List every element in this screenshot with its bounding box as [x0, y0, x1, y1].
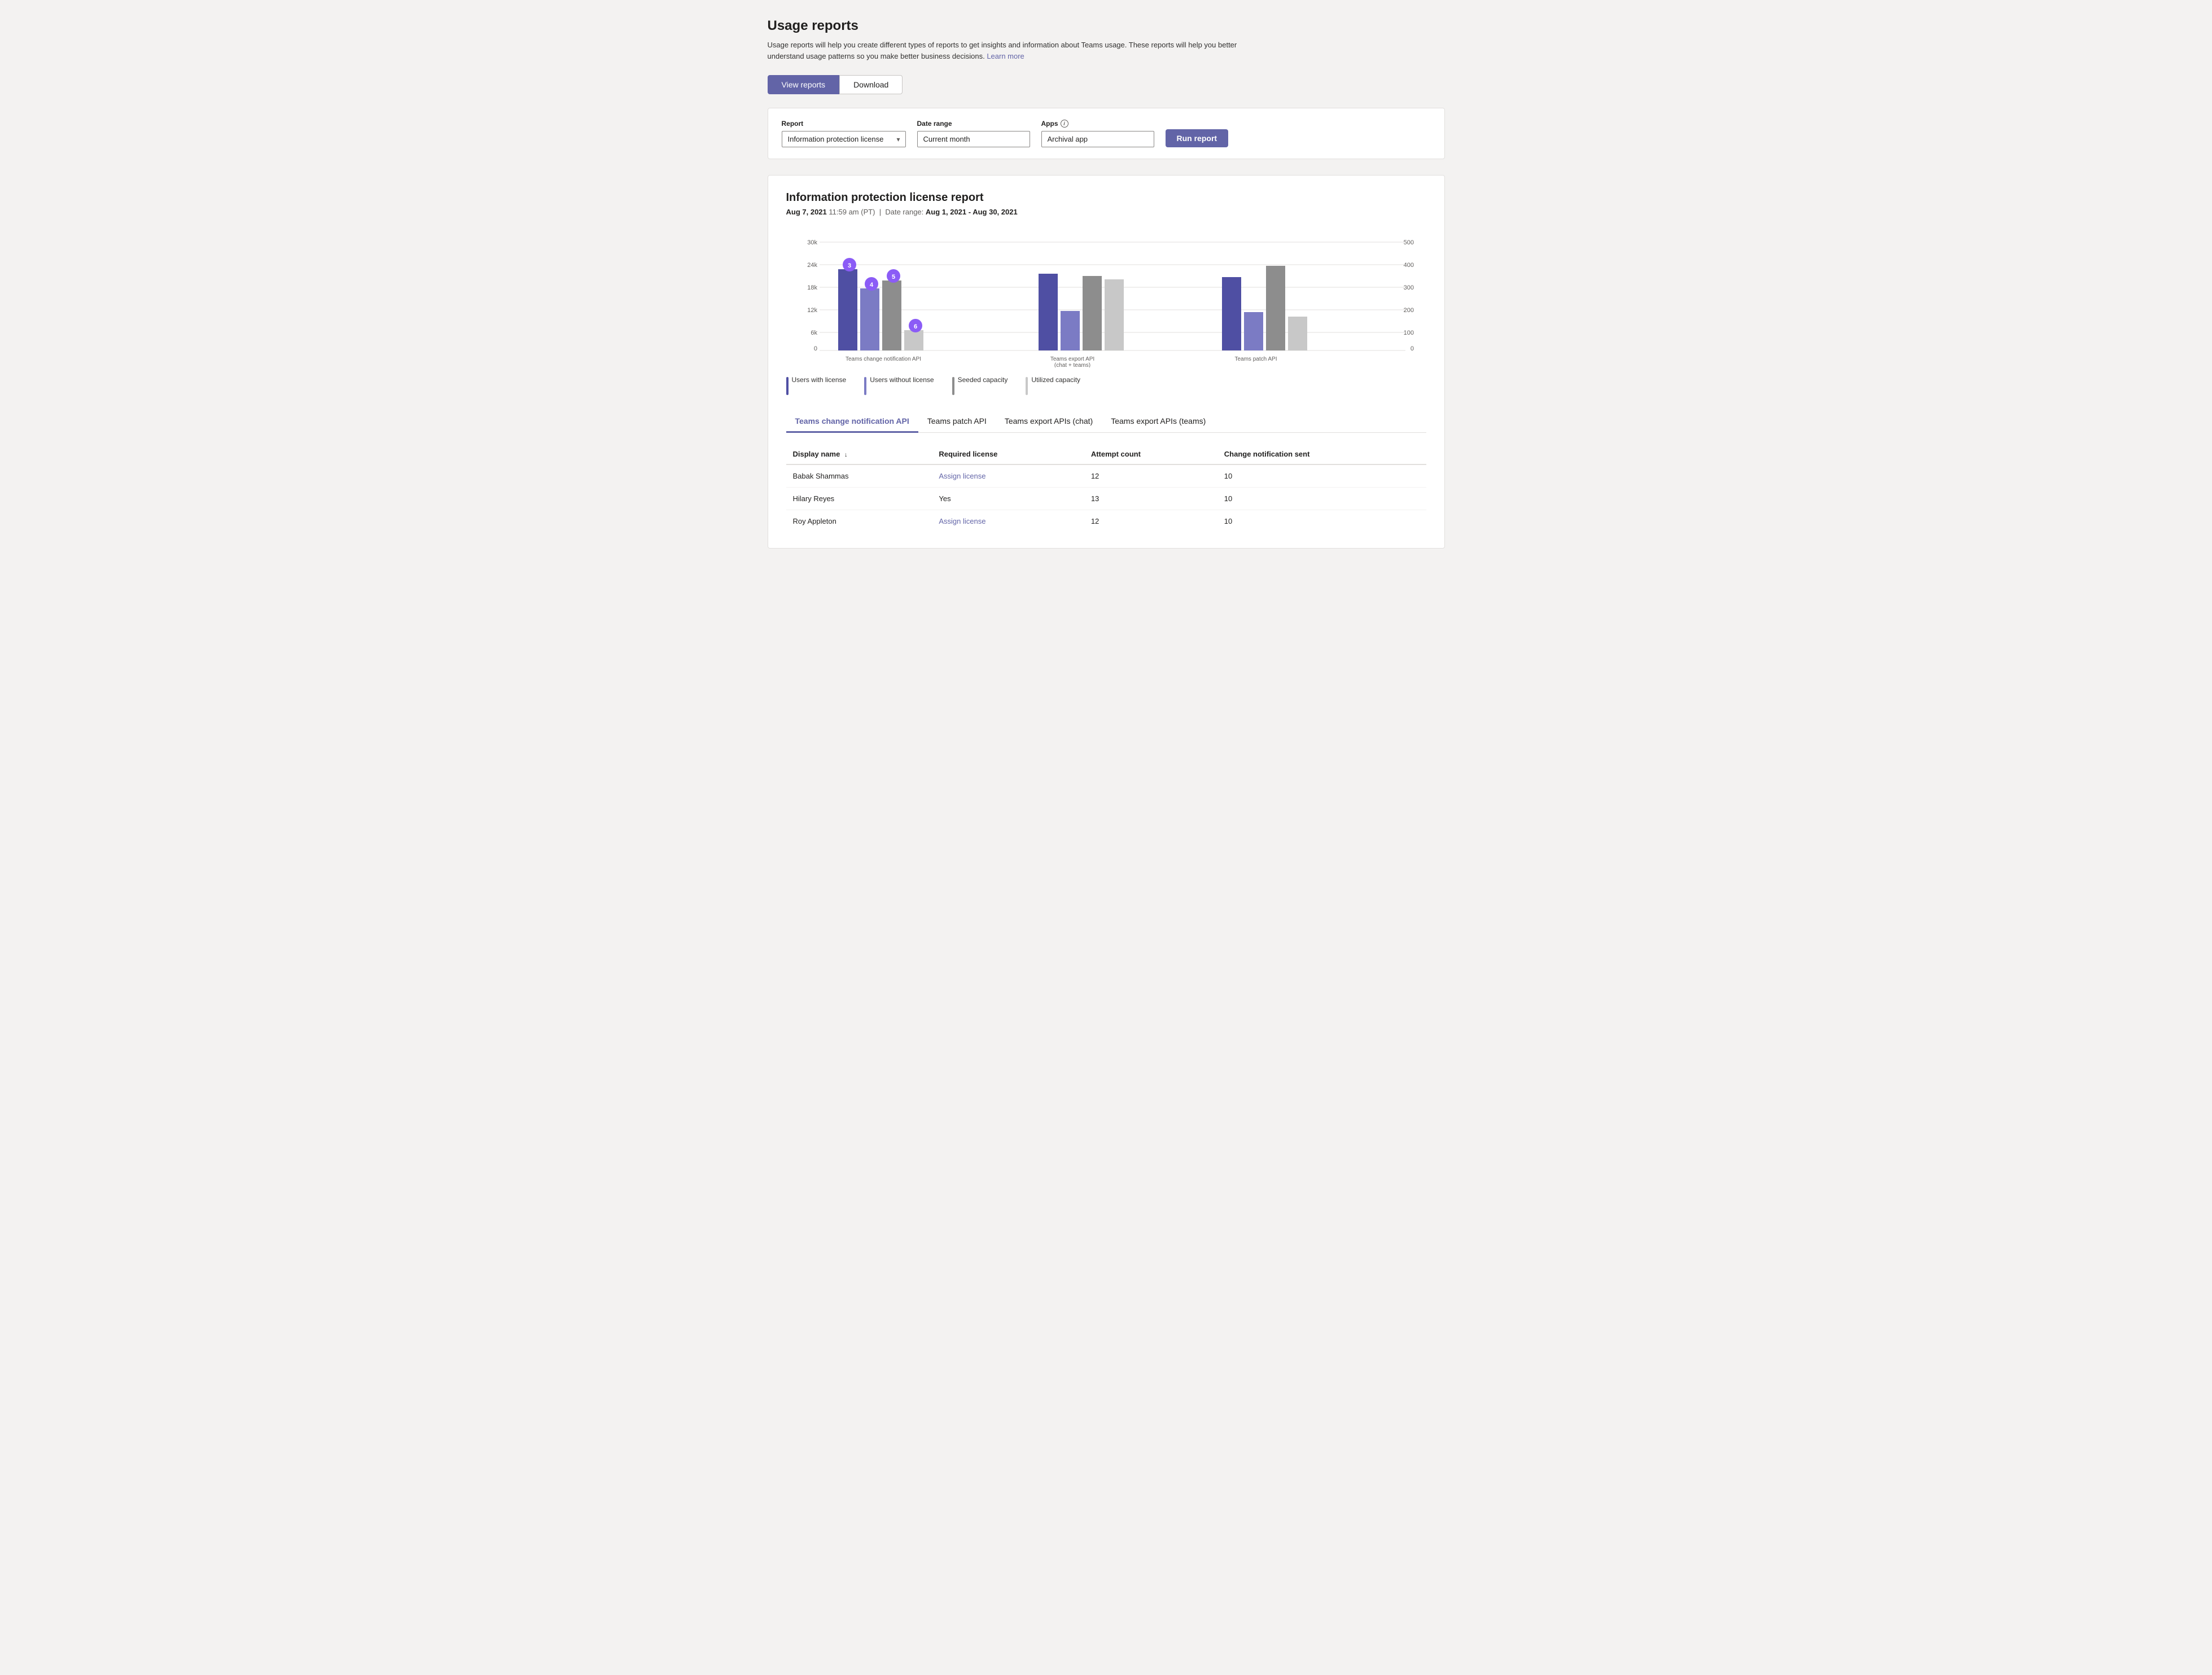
svg-text:(chat + teams): (chat + teams): [1054, 362, 1090, 367]
apps-info-icon: i: [1061, 120, 1068, 128]
report-select[interactable]: Information protection license: [782, 131, 906, 147]
chart-legend: Users with license Users without license…: [786, 376, 1426, 395]
cell-change-notification-2: 10: [1217, 488, 1426, 510]
bar-group1-users-with-license: [838, 269, 857, 350]
legend-users-without-license: Users without license: [864, 376, 934, 395]
bar-group3-users-without-license: [1244, 312, 1263, 350]
learn-more-link[interactable]: Learn more: [987, 52, 1024, 60]
col-required-license: Required license: [932, 444, 1084, 464]
col-attempt-count: Attempt count: [1084, 444, 1217, 464]
legend-seeded-capacity: Seeded capacity: [952, 376, 1008, 395]
svg-text:24k: 24k: [807, 262, 817, 269]
bar-group2-seeded-capacity: [1083, 276, 1102, 350]
report-card: Information protection license report Au…: [768, 175, 1445, 549]
cell-attempt-count-3: 12: [1084, 510, 1217, 533]
legend-color-users-without-license: [864, 377, 866, 395]
bar-group3-users-with-license: [1222, 277, 1241, 350]
report-filter-group: Report Information protection license: [782, 120, 906, 147]
sub-tabs: Teams change notification API Teams patc…: [786, 411, 1426, 433]
cell-display-name-3: Roy Appleton: [786, 510, 932, 533]
svg-text:Teams export API: Teams export API: [1050, 356, 1094, 362]
bar-group1-users-without-license: [860, 288, 879, 350]
table-row: Roy Appleton Assign license 12 10: [786, 510, 1426, 533]
svg-text:400: 400: [1403, 262, 1413, 269]
assign-license-link-1[interactable]: Assign license: [939, 472, 985, 480]
sort-icon-display-name: ↓: [844, 451, 848, 458]
cell-change-notification-1: 10: [1217, 464, 1426, 488]
cell-attempt-count-2: 13: [1084, 488, 1217, 510]
svg-text:100: 100: [1403, 330, 1413, 336]
date-range-label: Date range: [917, 120, 1030, 128]
report-meta: Aug 7, 2021 11:59 am (PT) | Date range: …: [786, 208, 1426, 216]
cell-display-name-1: Babak Shammas: [786, 464, 932, 488]
report-label: Report: [782, 120, 906, 128]
bar-group3-utilized-capacity: [1288, 317, 1307, 350]
bar-group2-users-with-license: [1039, 274, 1058, 350]
tab-download[interactable]: Download: [839, 75, 903, 94]
table-row: Babak Shammas Assign license 12 10: [786, 464, 1426, 488]
bar-group2-utilized-capacity: [1105, 279, 1124, 350]
legend-color-seeded-capacity: [952, 377, 954, 395]
bar-group3-seeded-capacity: [1266, 266, 1285, 350]
apps-input[interactable]: [1041, 131, 1154, 147]
sub-tab-patch-api[interactable]: Teams patch API: [918, 411, 996, 433]
svg-text:0: 0: [813, 345, 817, 352]
page-description: Usage reports will help you create diffe…: [768, 40, 1276, 62]
chart-area: 30k 24k 18k 12k 6k 0 500 400 300 200 100…: [786, 232, 1426, 395]
date-range-filter-group: Date range: [917, 120, 1030, 147]
table-row: Hilary Reyes Yes 13 10: [786, 488, 1426, 510]
svg-text:12k: 12k: [807, 307, 817, 314]
svg-text:Teams change notification API: Teams change notification API: [846, 356, 921, 362]
legend-label-seeded-capacity: Seeded capacity: [958, 376, 1008, 384]
sub-tab-export-chat[interactable]: Teams export APIs (chat): [996, 411, 1102, 433]
date-range-input[interactable]: [917, 131, 1030, 147]
legend-label-users-without-license: Users without license: [870, 376, 934, 384]
svg-text:4: 4: [869, 282, 873, 288]
legend-color-users-with-license: [786, 377, 789, 395]
svg-text:6: 6: [913, 323, 917, 330]
run-report-button[interactable]: Run report: [1166, 129, 1229, 147]
page-title: Usage reports: [768, 18, 1445, 34]
assign-license-link-3[interactable]: Assign license: [939, 517, 985, 525]
main-tabs: View reports Download: [768, 75, 1445, 94]
legend-color-utilized-capacity: [1026, 377, 1028, 395]
cell-change-notification-3: 10: [1217, 510, 1426, 533]
filter-panel: Report Information protection license Da…: [768, 108, 1445, 159]
report-select-wrapper: Information protection license: [782, 131, 906, 147]
data-table: Display name ↓ Required license Attempt …: [786, 444, 1426, 532]
col-change-notification-sent: Change notification sent: [1217, 444, 1426, 464]
svg-text:500: 500: [1403, 239, 1413, 246]
cell-required-license-3: Assign license: [932, 510, 1084, 533]
bar-chart: 30k 24k 18k 12k 6k 0 500 400 300 200 100…: [786, 232, 1426, 367]
sub-tab-export-teams[interactable]: Teams export APIs (teams): [1102, 411, 1215, 433]
svg-text:Teams patch API: Teams patch API: [1234, 356, 1277, 362]
legend-label-users-with-license: Users with license: [792, 376, 847, 384]
svg-text:300: 300: [1403, 284, 1413, 291]
apps-label: Apps i: [1041, 120, 1154, 128]
svg-text:0: 0: [1410, 345, 1413, 352]
cell-display-name-2: Hilary Reyes: [786, 488, 932, 510]
sub-tab-change-notification[interactable]: Teams change notification API: [786, 411, 918, 433]
svg-text:6k: 6k: [811, 330, 817, 336]
tab-view-reports[interactable]: View reports: [768, 75, 840, 94]
svg-text:3: 3: [847, 262, 851, 269]
cell-required-license-1: Assign license: [932, 464, 1084, 488]
bar-group2-users-without-license: [1061, 311, 1080, 350]
svg-text:18k: 18k: [807, 284, 817, 291]
cell-required-license-2: Yes: [932, 488, 1084, 510]
legend-label-utilized-capacity: Utilized capacity: [1031, 376, 1080, 384]
apps-filter-group: Apps i: [1041, 120, 1154, 147]
legend-users-with-license: Users with license: [786, 376, 847, 395]
col-display-name[interactable]: Display name ↓: [786, 444, 932, 464]
report-title: Information protection license report: [786, 191, 1426, 204]
bar-group1-seeded-capacity: [882, 280, 901, 350]
svg-text:200: 200: [1403, 307, 1413, 314]
cell-attempt-count-1: 12: [1084, 464, 1217, 488]
legend-utilized-capacity: Utilized capacity: [1026, 376, 1080, 395]
svg-text:5: 5: [891, 274, 895, 280]
bar-group1-utilized-capacity: [904, 330, 923, 350]
svg-text:30k: 30k: [807, 239, 817, 246]
